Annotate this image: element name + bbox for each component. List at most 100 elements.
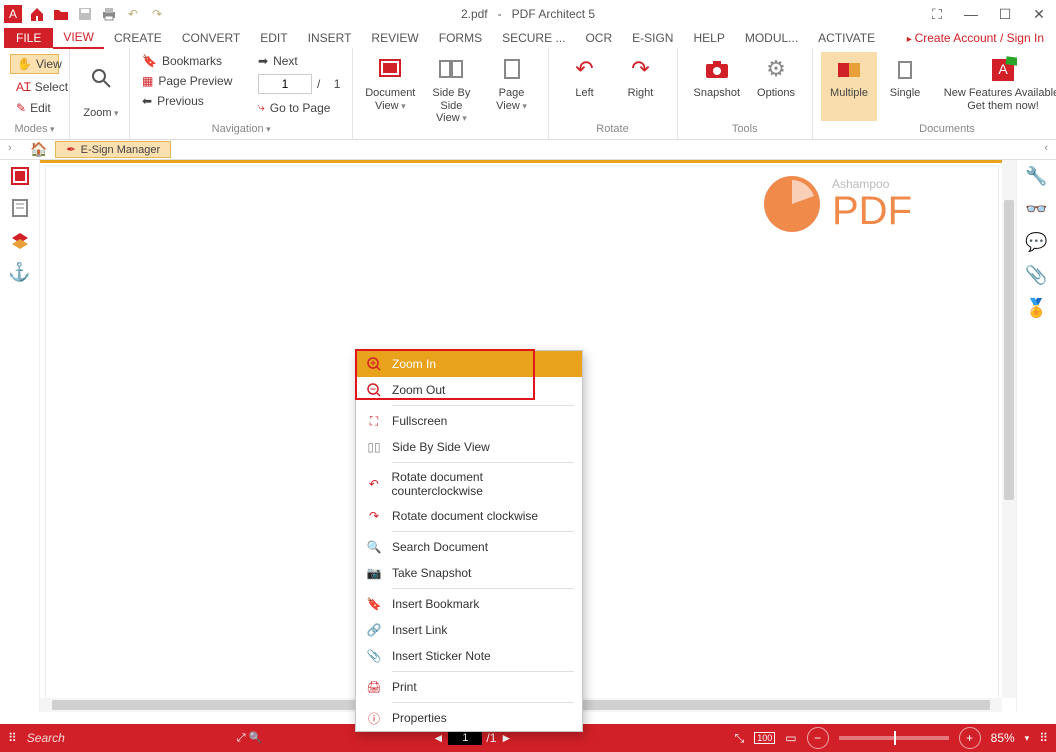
tab-edit[interactable]: EDIT (250, 28, 297, 48)
rotate-left-button[interactable]: ↶Left (557, 52, 613, 121)
page-current[interactable]: 1 (448, 731, 482, 745)
goto-page-button[interactable]: ⤷Go to Page (254, 98, 344, 117)
undo-icon[interactable]: ↶ (124, 5, 142, 23)
ctx-bookmark[interactable]: 🔖Insert Bookmark (356, 591, 582, 617)
vscroll-thumb[interactable] (1004, 200, 1014, 500)
certification-icon[interactable]: 🏅 (1025, 298, 1047, 319)
pen-icon: ✒ (66, 143, 75, 156)
open-icon[interactable] (52, 5, 70, 23)
page-view-button[interactable]: Page View (484, 52, 540, 135)
tab-activate[interactable]: ACTIVATE (808, 28, 885, 48)
link-small-icon: 🔗 (366, 622, 382, 638)
ctx-zoom-out[interactable]: Zoom Out (356, 377, 582, 403)
sub-header: › 🏠 ✒ E-Sign Manager ‹ (0, 140, 1056, 160)
ctx-sbs[interactable]: ▯▯Side By Side View (356, 434, 582, 460)
zoom-magnifier-icon[interactable] (90, 67, 112, 89)
chevron-down-icon[interactable]: ▾ (1025, 733, 1030, 744)
docs-group-label: Documents (821, 121, 1056, 135)
binoculars-icon[interactable]: 👓 (1025, 199, 1047, 220)
next-button[interactable]: ➡Next (254, 52, 344, 70)
comments-icon[interactable]: 💬 (1025, 232, 1047, 253)
gear-icon: ⚙ (762, 56, 790, 84)
ctx-link[interactable]: 🔗Insert Link (356, 617, 582, 643)
ctx-fullscreen[interactable]: ⛶Fullscreen (356, 408, 582, 434)
ctx-print[interactable]: 🖨Print (356, 674, 582, 700)
tab-modules[interactable]: MODUL... (735, 28, 808, 48)
mode-view-button[interactable]: ✋View (10, 54, 59, 74)
vertical-scrollbar[interactable] (1002, 160, 1016, 698)
new-features-button[interactable]: ANew Features Available.Get them now! (933, 52, 1056, 121)
attachments-icon[interactable]: 📎 (1025, 265, 1047, 286)
ctx-rotate-ccw[interactable]: ↶Rotate document counterclockwise (356, 465, 582, 503)
bookmarks-button[interactable]: 🔖Bookmarks (138, 52, 248, 70)
tab-ocr[interactable]: OCR (575, 28, 622, 48)
tab-review[interactable]: REVIEW (361, 28, 428, 48)
save-icon[interactable] (76, 5, 94, 23)
file-tab[interactable]: FILE (4, 28, 53, 48)
home-icon[interactable] (28, 5, 46, 23)
mode-select-button[interactable]: AꞮSelect (10, 76, 59, 97)
page-preview-button[interactable]: ▦Page Preview (138, 72, 248, 90)
multiple-docs-button[interactable]: Multiple (821, 52, 877, 121)
sb-dots-icon[interactable]: ⠿ (8, 731, 17, 745)
minimize-icon[interactable]: — (954, 2, 988, 26)
zoom-out-button[interactable]: − (807, 727, 829, 749)
expand-rightbar-icon[interactable]: ‹ (1044, 142, 1048, 154)
next-icon: ➡ (258, 54, 268, 68)
maximize-icon[interactable]: ☐ (988, 2, 1022, 26)
nav-group-label[interactable]: Navigation (138, 121, 344, 135)
tab-forms[interactable]: FORMS (429, 28, 492, 48)
mode-edit-button[interactable]: ✎Edit (10, 99, 59, 117)
snapshot-button[interactable]: Snapshot (686, 52, 748, 121)
fit-page-icon[interactable]: 100 (754, 732, 775, 744)
single-doc-button[interactable]: Single (877, 52, 933, 121)
tab-esign[interactable]: E-SIGN (622, 28, 683, 48)
previous-button[interactable]: ⬅Previous (138, 92, 248, 110)
ctx-properties[interactable]: ⓘProperties (356, 705, 582, 731)
esign-manager-tab[interactable]: ✒ E-Sign Manager (55, 141, 171, 158)
tab-insert[interactable]: INSERT (298, 28, 362, 48)
tab-help[interactable]: HELP (683, 28, 734, 48)
ribbon: ✋View AꞮSelect ✎Edit Modes Zoom 🔖Bookmar… (0, 48, 1056, 140)
status-search-input[interactable] (27, 731, 227, 745)
tab-convert[interactable]: CONVERT (172, 28, 250, 48)
tab-view[interactable]: VIEW (53, 27, 104, 49)
zoom-percentage[interactable]: 85% (991, 731, 1015, 745)
home-small-icon[interactable]: 🏠 (30, 141, 47, 158)
tools-icon[interactable]: 🔧 (1025, 166, 1047, 187)
fit-window-icon[interactable]: ⛶ (920, 2, 954, 26)
rotate-right-button[interactable]: ↷Right (613, 52, 669, 121)
tab-secure[interactable]: SECURE ... (492, 28, 575, 48)
bookmarks-label: Bookmarks (162, 54, 222, 68)
ctx-rotate-cw[interactable]: ↷Rotate document clockwise (356, 503, 582, 529)
page-next-icon[interactable]: ► (500, 731, 512, 745)
thumbnails-icon[interactable] (10, 166, 30, 186)
options-button[interactable]: ⚙Options (748, 52, 804, 121)
close-icon[interactable]: ✕ (1022, 2, 1056, 26)
document-view-button[interactable]: Document View (361, 52, 419, 135)
page-input[interactable] (258, 74, 312, 94)
zoom-slider[interactable] (839, 736, 949, 740)
anchor-icon[interactable]: ⚓ (8, 262, 30, 283)
expand-leftbar-icon[interactable]: › (8, 142, 12, 154)
resize-grip-icon[interactable]: ⠿ (1039, 731, 1048, 745)
zoom-label[interactable]: Zoom (83, 107, 118, 120)
actual-size-icon[interactable]: ▭ (785, 731, 796, 745)
create-account-link[interactable]: Create Account / Sign In (907, 31, 1044, 45)
ctx-zoom-in[interactable]: Zoom In (356, 351, 582, 377)
app-icon: A (4, 5, 22, 23)
print-icon[interactable] (100, 5, 118, 23)
zoom-in-button[interactable]: + (959, 727, 981, 749)
tab-create[interactable]: CREATE (104, 28, 172, 48)
bookmarks-panel-icon[interactable] (10, 198, 30, 218)
sb-expand-search-icon[interactable]: ⤢ 🔍 (237, 731, 263, 745)
sbs-view-button[interactable]: Side By Side View (419, 52, 483, 135)
layers-icon[interactable] (10, 230, 30, 250)
ctx-sticker[interactable]: 📎Insert Sticker Note (356, 643, 582, 669)
modes-group-label[interactable]: Modes (8, 121, 61, 135)
redo-icon[interactable]: ↷ (148, 5, 166, 23)
ctx-search[interactable]: 🔍Search Document (356, 534, 582, 560)
ctx-snapshot[interactable]: 📷Take Snapshot (356, 560, 582, 586)
fit-width-icon[interactable]: ⤡ (735, 731, 745, 746)
page-prev-icon[interactable]: ◄ (432, 731, 444, 745)
